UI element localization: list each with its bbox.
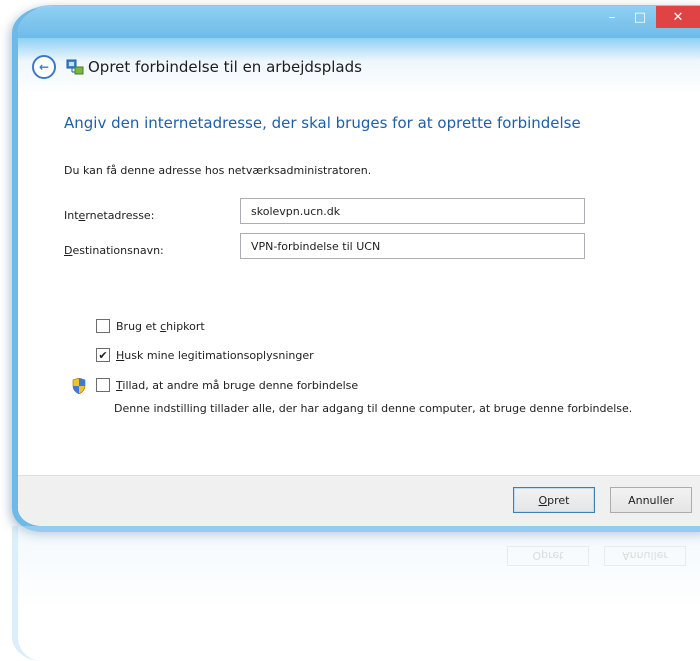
uac-shield-icon — [72, 378, 86, 394]
internet-address-label: Internetadresse: — [64, 209, 155, 222]
wizard-header: ← Opret forbindelse til en arbejdsplads — [18, 38, 700, 96]
window-title: Opret forbindelse til en arbejdsplads — [88, 58, 362, 76]
back-arrow-icon[interactable]: ← — [32, 55, 56, 79]
remember-credentials-checkbox[interactable]: ✔ — [96, 348, 110, 362]
dialog-window: – □ ✕ ← Opret forbindelse til en arbejds… — [12, 5, 700, 532]
allow-others-checkbox[interactable] — [96, 378, 110, 392]
reflected-create-button: Opret — [507, 546, 589, 566]
remember-credentials-label: Husk mine legitimationsoplysninger — [116, 348, 314, 362]
internet-address-input[interactable]: skolevpn.ucn.dk — [240, 198, 585, 224]
smartcard-label: Brug et chipkort — [116, 319, 205, 333]
main-instruction: Angiv den internetadresse, der skal brug… — [64, 114, 581, 132]
remember-credentials-option[interactable]: ✔ Husk mine legitimationsoplysninger — [96, 348, 314, 362]
dialog-content: Angiv den internetadresse, der skal brug… — [18, 96, 700, 476]
allow-others-label: Tillad, at andre må bruge denne forbinde… — [116, 378, 359, 392]
allow-others-description: Denne indstilling tillader alle, der har… — [114, 402, 633, 415]
minimize-button[interactable]: – — [598, 6, 626, 28]
reflection-frame — [12, 526, 700, 661]
window-reflection: Opret Annuller — [12, 526, 700, 661]
dialog-footer: Opret Annuller — [18, 475, 700, 526]
destination-name-label: Destinationsnavn: — [64, 244, 164, 257]
create-button[interactable]: Opret — [513, 487, 595, 513]
smartcard-option[interactable]: Brug et chipkort — [96, 319, 205, 333]
cancel-button[interactable]: Annuller — [610, 487, 692, 513]
close-button[interactable]: ✕ — [656, 6, 700, 28]
title-bar[interactable]: – □ ✕ — [18, 6, 700, 38]
maximize-button[interactable]: □ — [626, 6, 654, 28]
hint-text: Du kan få denne adresse hos netværksadmi… — [64, 164, 372, 177]
allow-others-option[interactable]: Tillad, at andre må bruge denne forbinde… — [96, 378, 358, 392]
smartcard-checkbox[interactable] — [96, 319, 110, 333]
destination-name-input[interactable]: VPN-forbindelse til UCN — [240, 233, 585, 259]
network-connection-icon — [66, 59, 84, 75]
reflected-cancel-button: Annuller — [604, 546, 686, 566]
